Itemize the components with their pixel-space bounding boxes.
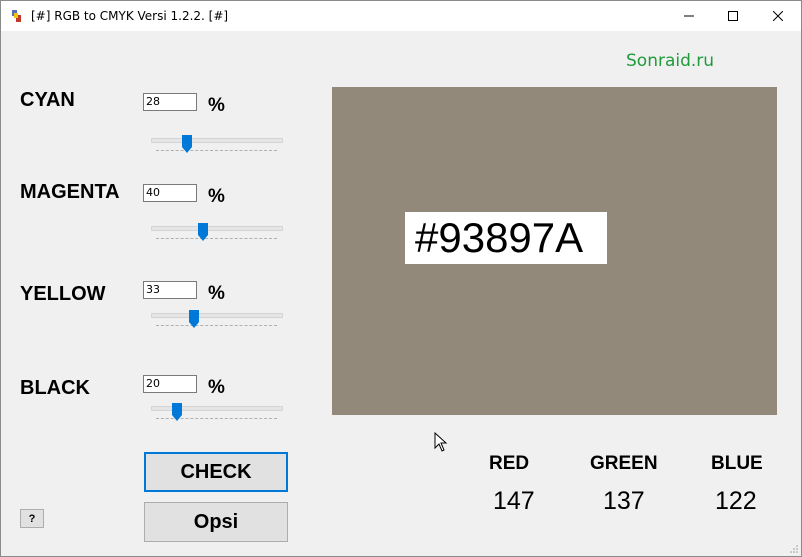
window-title: [#] RGB to CMYK Versi 1.2.2. [#] <box>31 9 229 23</box>
cyan-label: CYAN <box>20 89 75 111</box>
black-label: BLACK <box>20 377 90 399</box>
minimize-button[interactable] <box>666 1 712 31</box>
minimize-icon <box>684 15 694 17</box>
close-icon <box>773 11 783 21</box>
black-slider[interactable] <box>151 403 283 427</box>
black-input[interactable]: 20 <box>143 375 197 393</box>
close-button[interactable] <box>755 1 801 31</box>
cyan-slider[interactable] <box>151 135 283 159</box>
red-label: RED <box>489 453 530 474</box>
magenta-label: MAGENTA <box>20 181 120 203</box>
mouse-cursor-icon <box>434 432 448 452</box>
slider-thumb[interactable] <box>188 310 199 328</box>
slider-thumb[interactable] <box>172 403 182 421</box>
cyan-percent-label: % <box>208 95 225 116</box>
magenta-slider[interactable] <box>151 223 283 247</box>
cyan-input[interactable]: 28 <box>143 93 197 111</box>
slider-track <box>151 138 283 143</box>
slider-thumb[interactable] <box>182 135 193 153</box>
app-window: [#] RGB to CMYK Versi 1.2.2. [#] Sonraid… <box>0 0 802 557</box>
yellow-label: YELLOW <box>20 283 106 305</box>
hex-code: #93897A <box>415 214 584 261</box>
resize-grip-icon[interactable] <box>789 544 799 554</box>
blue-label: BLUE <box>711 453 763 474</box>
maximize-button[interactable] <box>710 1 756 31</box>
slider-ticks <box>156 325 277 329</box>
green-label: GREEN <box>590 453 658 474</box>
yellow-input[interactable]: 33 <box>143 281 197 299</box>
website-link[interactable]: Sonraid.ru <box>626 51 714 71</box>
slider-track <box>151 313 283 318</box>
title-bar[interactable]: [#] RGB to CMYK Versi 1.2.2. [#] <box>1 1 801 31</box>
app-icon <box>12 10 21 22</box>
yellow-slider[interactable] <box>151 310 283 334</box>
green-value: 137 <box>603 487 645 515</box>
opsi-button[interactable]: Opsi <box>144 502 288 542</box>
maximize-icon <box>728 11 738 21</box>
magenta-percent-label: % <box>208 186 225 207</box>
slider-thumb[interactable] <box>198 223 208 241</box>
slider-track <box>151 406 283 411</box>
hex-code-box: #93897A <box>405 212 607 264</box>
help-button[interactable]: ? <box>20 509 44 528</box>
magenta-input[interactable]: 40 <box>143 184 197 202</box>
yellow-percent-label: % <box>208 283 225 304</box>
blue-value: 122 <box>715 487 757 515</box>
slider-ticks <box>156 238 277 242</box>
slider-ticks <box>156 150 277 154</box>
black-percent-label: % <box>208 377 225 398</box>
red-value: 147 <box>493 487 535 515</box>
check-button[interactable]: CHECK <box>144 452 288 492</box>
slider-track <box>151 226 283 231</box>
